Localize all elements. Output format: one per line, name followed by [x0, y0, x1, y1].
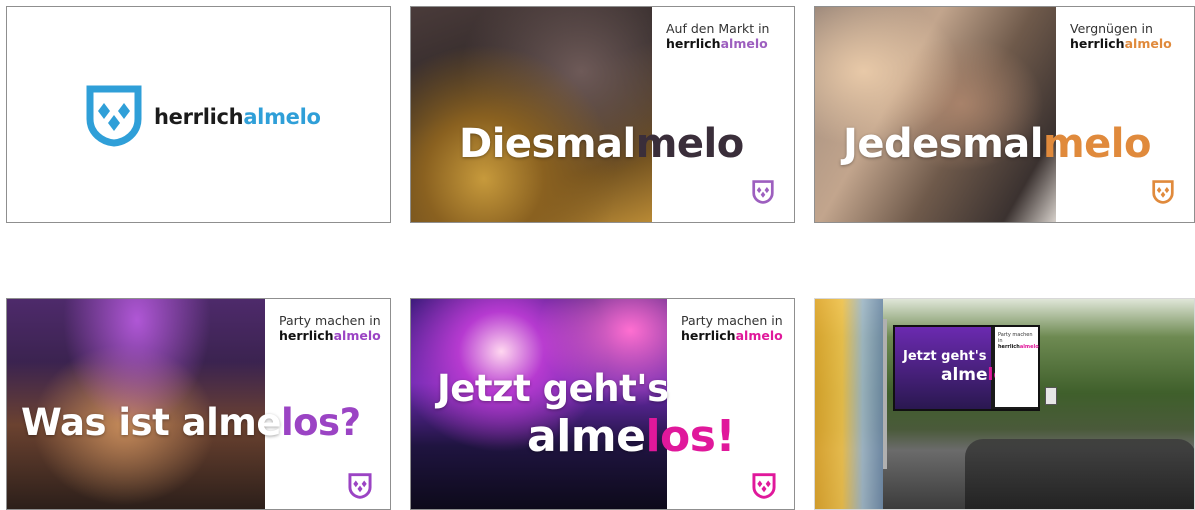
tagline: Vergnügen in herrlichalmelo [1070, 21, 1172, 51]
shield-icon [752, 473, 776, 499]
poster-card-market: Auf den Markt in herrlichalmelo Diesmalm… [410, 6, 795, 223]
friends-photo [815, 7, 1058, 222]
poster-card-party: Party machen in herrlichalmelo Was ist a… [6, 298, 391, 510]
text-panel: Vergnügen in herrlichalmelo [1056, 7, 1194, 222]
road-sign [1045, 387, 1057, 405]
shield-icon [348, 473, 372, 499]
text-panel: Auf den Markt in herrlichalmelo [652, 7, 794, 222]
logo-card: herrlichalmelo [6, 6, 391, 223]
brand-dark: herrlich [154, 105, 244, 129]
shield-icon [1152, 180, 1174, 204]
headline-line2: almelos! [527, 411, 736, 462]
text-panel: Party machen in herrlichalmelo [667, 299, 794, 509]
headline: Was ist almelos? [21, 401, 361, 444]
headline: Jedesmalmelo [843, 121, 1151, 167]
tagline: Party machen in herrlichalmelo [279, 313, 381, 343]
poster-card-concert: Party machen in herrlichalmelo Jetzt geh… [410, 298, 795, 510]
tagline: Party machen in herrlichalmelo [681, 313, 783, 343]
market-photo [411, 7, 654, 222]
billboard: Jetzt geht's almelos! Party machen in he… [893, 325, 1040, 411]
headline-line1: Jetzt geht's [437, 367, 669, 410]
headline: Diesmalmelo [459, 121, 744, 167]
brand-color: almelo [243, 105, 321, 129]
blurred-bus [815, 299, 883, 509]
blurred-car [965, 439, 1194, 509]
billboard-pole [883, 319, 887, 469]
poster-card-fun: Vergnügen in herrlichalmelo Jedesmalmelo [814, 6, 1195, 223]
shield-icon [752, 180, 774, 204]
shield-logo-icon [86, 85, 142, 147]
tagline: Auf den Markt in herrlichalmelo [666, 21, 770, 51]
billboard-line1: Jetzt geht's [903, 349, 987, 364]
billboard-panel: Party machen in herrlichalmelo [995, 327, 1039, 407]
brand-wordmark: herrlichalmelo [154, 105, 321, 129]
billboard-photo-card: Jetzt geht's almelos! Party machen in he… [814, 298, 1195, 510]
